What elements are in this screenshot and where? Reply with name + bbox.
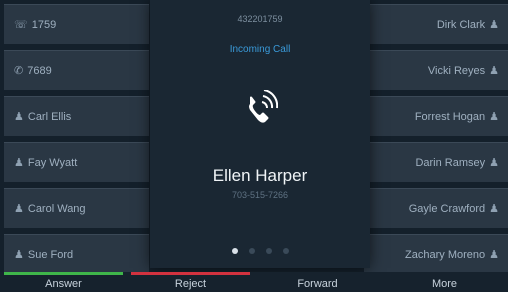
- page-dot: [265, 248, 272, 254]
- contact-key-label: Fay Wyatt: [27, 156, 78, 169]
- reject-softkey[interactable]: Reject: [127, 272, 254, 292]
- answer-softkey[interactable]: Answer: [0, 272, 127, 292]
- contact-key-label: Carol Wang: [27, 202, 86, 215]
- phone-screen: ☏ 1759 ✆ 7689 ♟ Carl Ellis ♟ Fay Wyatt ♟…: [0, 0, 508, 292]
- contact-icon: ♟: [14, 249, 24, 261]
- left-line-keys: ☏ 1759 ✆ 7689 ♟ Carl Ellis ♟ Fay Wyatt ♟…: [4, 4, 149, 280]
- contact-key-gayle-crawford[interactable]: Gayle Crawford ♟: [364, 188, 508, 228]
- incoming-call-popup: 432201759 Incoming Call Ellen Harper 703…: [150, 0, 370, 268]
- right-line-keys: Dirk Clark ♟ Vicki Reyes ♟ Forrest Hogan…: [364, 4, 508, 280]
- contact-icon: ♟: [489, 19, 499, 31]
- page-dot: [248, 248, 255, 254]
- softkey-bar: Answer Reject Forward More: [0, 272, 508, 292]
- softkey-label: Forward: [297, 278, 338, 290]
- contact-key-label: Darin Ramsey: [415, 156, 486, 169]
- contact-key-label: Vicki Reyes: [427, 64, 486, 77]
- contact-key-label: Zachary Moreno: [405, 248, 486, 261]
- contact-key-carl-ellis[interactable]: ♟ Carl Ellis: [4, 96, 149, 136]
- page-dot: [282, 248, 289, 254]
- forward-softkey[interactable]: Forward: [254, 272, 381, 292]
- softkey-label: More: [431, 278, 458, 290]
- contact-key-darin-ramsey[interactable]: Darin Ramsey ♟: [364, 142, 508, 182]
- contact-key-label: Dirk Clark: [436, 18, 486, 31]
- speed-dial-icon: ✆: [14, 65, 24, 77]
- call-status: Incoming Call: [229, 44, 291, 55]
- caller-name: Ellen Harper: [212, 166, 308, 185]
- line-number: 432201759: [237, 14, 283, 24]
- more-softkey[interactable]: More: [381, 272, 508, 292]
- line-key-label: 1759: [31, 18, 57, 31]
- contact-key-carol-wang[interactable]: ♟ Carol Wang: [4, 188, 149, 228]
- contact-key-label: Sue Ford: [27, 248, 74, 261]
- contact-key-dirk-clark[interactable]: Dirk Clark ♟: [364, 4, 508, 44]
- caller-number: 703-515-7266: [231, 190, 289, 200]
- contact-key-zachary-moreno[interactable]: Zachary Moreno ♟: [364, 234, 508, 274]
- line-key-1759[interactable]: ☏ 1759: [4, 4, 149, 44]
- contact-icon: ♟: [14, 157, 24, 169]
- line-key-7689[interactable]: ✆ 7689: [4, 50, 149, 90]
- ringing-phone-icon: [249, 90, 278, 123]
- answer-indicator: [4, 272, 123, 275]
- contact-key-label: Gayle Crawford: [408, 202, 486, 215]
- line-phone-icon: ☏: [14, 19, 28, 31]
- page-indicator: [150, 248, 370, 254]
- softkey-label: Answer: [45, 278, 82, 290]
- contact-icon: ♟: [489, 65, 499, 77]
- contact-icon: ♟: [489, 249, 499, 261]
- contact-icon: ♟: [489, 203, 499, 215]
- line-key-label: 7689: [27, 64, 52, 77]
- reject-indicator: [131, 272, 250, 275]
- contact-icon: ♟: [14, 111, 24, 123]
- contact-key-label: Forrest Hogan: [414, 110, 486, 123]
- contact-icon: ♟: [14, 203, 24, 215]
- page-dot-active: [231, 248, 238, 254]
- contact-key-vicki-reyes[interactable]: Vicki Reyes ♟: [364, 50, 508, 90]
- softkey-label: Reject: [174, 278, 207, 290]
- contact-key-sue-ford[interactable]: ♟ Sue Ford: [4, 234, 149, 274]
- contact-key-fay-wyatt[interactable]: ♟ Fay Wyatt: [4, 142, 149, 182]
- contact-key-forrest-hogan[interactable]: Forrest Hogan ♟: [364, 96, 508, 136]
- contact-icon: ♟: [489, 111, 499, 123]
- contact-key-label: Carl Ellis: [27, 110, 72, 123]
- contact-icon: ♟: [489, 157, 499, 169]
